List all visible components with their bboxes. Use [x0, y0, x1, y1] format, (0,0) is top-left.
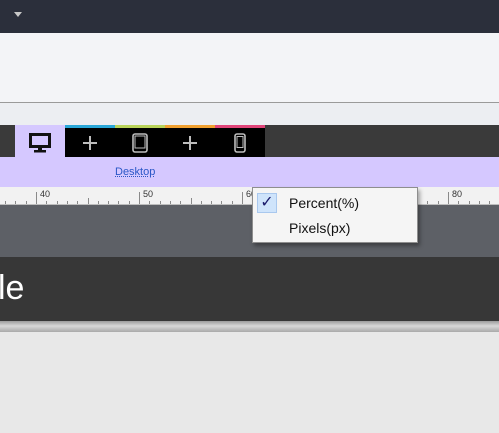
- ruler-tick: [160, 201, 161, 204]
- device-breakpoint-bar: [0, 125, 499, 157]
- ruler-label: 80: [452, 189, 463, 199]
- menu-item-pixels[interactable]: Pixels(px): [253, 216, 417, 240]
- menu-item-percent[interactable]: ✓ Percent(%): [253, 191, 417, 215]
- properties-panel: [0, 33, 499, 103]
- horizontal-scrollbar[interactable]: [0, 321, 499, 332]
- ruler-tick: [108, 201, 109, 204]
- ruler-tick: [191, 198, 192, 204]
- plus-icon: [165, 128, 215, 157]
- ruler-tick: [77, 201, 78, 204]
- ruler-tick: [36, 192, 37, 204]
- ruler-tick: [242, 192, 243, 204]
- ruler-tick: [211, 201, 212, 204]
- ruler-tick: [221, 201, 222, 204]
- top-toolbar: [0, 0, 499, 33]
- menu-item-label: Percent(%): [289, 195, 360, 211]
- ruler-tick: [88, 198, 89, 204]
- breakpoint-label[interactable]: Desktop: [115, 166, 155, 178]
- ruler-tick: [489, 201, 490, 204]
- content-band: [0, 257, 499, 321]
- plus-icon: [65, 128, 115, 157]
- ruler-tick: [57, 201, 58, 204]
- ruler-tick: [26, 201, 27, 204]
- ruler-tick: [139, 192, 140, 204]
- dropdown-caret-icon[interactable]: [14, 12, 22, 17]
- tab-add-breakpoint[interactable]: [65, 125, 115, 157]
- phone-icon: [215, 128, 265, 157]
- ruler-label: 40: [40, 189, 51, 199]
- ruler-tick: [46, 201, 47, 204]
- ruler-tick: [448, 192, 449, 204]
- ruler-tick: [479, 201, 480, 204]
- ruler-tick: [98, 201, 99, 204]
- ruler-tick: [5, 201, 6, 204]
- tab-desktop[interactable]: [15, 125, 65, 157]
- panel-spacer: [0, 103, 499, 126]
- page-heading-text[interactable]: le: [0, 268, 24, 308]
- ruler-tick: [67, 201, 68, 204]
- lower-panel: [0, 332, 499, 433]
- tab-phone[interactable]: [215, 125, 265, 157]
- ruler-tick: [232, 201, 233, 204]
- ruler-tick: [438, 201, 439, 204]
- ruler-tick: [201, 201, 202, 204]
- ruler-tick: [170, 201, 171, 204]
- tablet-icon: [115, 128, 165, 157]
- ruler-label: 50: [143, 189, 154, 199]
- menu-item-label: Pixels(px): [289, 220, 351, 236]
- desktop-icon: [15, 128, 65, 157]
- ruler-tick: [149, 201, 150, 204]
- tab-add-breakpoint[interactable]: [165, 125, 215, 157]
- ruler-tick: [427, 201, 428, 204]
- checkmark-icon: ✓: [257, 193, 277, 213]
- ruler-tick: [118, 201, 119, 204]
- ruler-tick: [129, 201, 130, 204]
- horizontal-ruler[interactable]: 40 50 60 80: [0, 187, 499, 205]
- ruler-tick: [180, 201, 181, 204]
- ruler-tick: [469, 201, 470, 204]
- stage-area: [0, 205, 499, 257]
- ruler-tick: [458, 201, 459, 204]
- breakpoint-label-strip: [0, 157, 499, 187]
- tab-tablet[interactable]: [115, 125, 165, 157]
- ruler-tick: [15, 201, 16, 204]
- ruler-units-context-menu: ✓ Percent(%) Pixels(px): [252, 187, 418, 243]
